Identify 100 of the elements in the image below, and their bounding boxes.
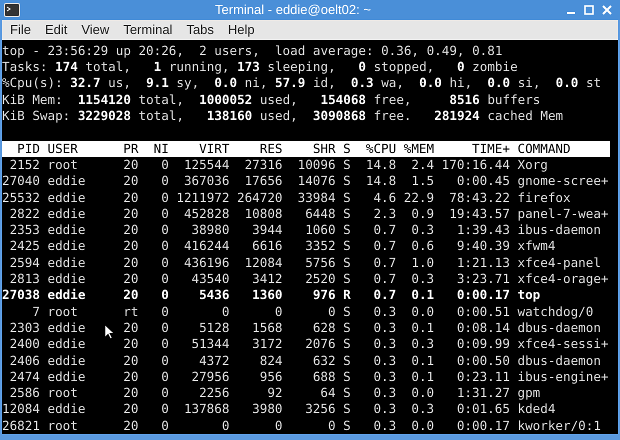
table-cell-text: 20: [122, 173, 138, 190]
mouse-pointer-icon: [104, 323, 114, 340]
table-cell-text: 632: [312, 352, 336, 369]
table-cell-text: 27956: [190, 368, 230, 386]
window-title: Terminal - eddie@oelt02: ~: [214, 1, 372, 20]
table-cell-text: 0.6: [410, 238, 434, 255]
table-cell-text: 0:01.65: [456, 401, 510, 418]
table-cell-text: 0.0: [410, 385, 434, 402]
table-cell-text: 6448: [304, 206, 336, 222]
table-cell-text: 2586: [8, 385, 40, 402]
column-header[interactable]: COMMAND: [510, 140, 571, 157]
menu-item[interactable]: Edit: [44, 20, 68, 40]
table-cell-text: gnome-scree+: [516, 173, 608, 190]
table-cell-text: 0.0: [410, 304, 434, 320]
table-cell-text: 0:08.14: [456, 320, 510, 336]
table-cell-text: 452828: [182, 206, 230, 222]
column-header[interactable]: %CPU: [350, 140, 396, 157]
table-cell-text: 0.7: [372, 238, 396, 255]
table-cell-text: 0.3: [410, 222, 434, 238]
table-cell-text: 20: [122, 320, 138, 336]
table-cell-text: 0: [274, 418, 282, 434]
column-header[interactable]: SHR: [282, 140, 336, 157]
table-cell-text: 3172: [251, 336, 282, 353]
table-cell-text: 12084: [244, 254, 282, 272]
table-cell-text: 0: [160, 320, 169, 336]
table-cell-text: 416244: [182, 238, 230, 255]
column-header[interactable]: PID: [2, 140, 40, 157]
table-cell-text: eddie: [46, 368, 86, 386]
table-cell-text: eddie: [46, 190, 86, 206]
table-cell-text: 0: [160, 368, 169, 386]
table-cell-text: 22.9: [402, 190, 434, 206]
summary-line: top - 23:56:29 up 20:26, 2 users, load average: 0.36, 0.49, 0.81: [2, 42, 502, 60]
column-header[interactable]: S: [336, 140, 351, 157]
menu-item[interactable]: File: [10, 20, 31, 40]
maximize-icon[interactable]: [584, 5, 594, 16]
table-cell-text: 1:39.43: [456, 222, 510, 238]
table-cell-text: 0: [160, 254, 169, 272]
table-cell-text: 137868: [182, 401, 230, 418]
table-cell-text: eddie: [46, 206, 86, 222]
table-cell-text: S: [342, 222, 351, 238]
table-cell-text: 2425: [8, 238, 40, 255]
menu-item[interactable]: View: [81, 20, 110, 40]
table-cell-text: S: [342, 156, 351, 174]
table-cell-text: dbus-daemon: [516, 320, 601, 336]
table-cell: 25532: [2, 190, 40, 206]
table-cell-text: 1.0: [410, 254, 434, 272]
menu-item[interactable]: Tabs: [186, 20, 214, 40]
table-cell-text: 5128: [198, 320, 230, 336]
table-cell-text: 2.4: [410, 156, 434, 174]
table-cell-text: 264720: [236, 190, 282, 206]
table-cell-text: 0: [220, 304, 230, 320]
table-cell-text: 0.3: [372, 304, 396, 320]
table-cell-text: 956: [258, 368, 282, 386]
table-cell-text: 0: [326, 418, 336, 434]
table-cell-text: 0.3: [372, 336, 396, 353]
table-cell-text: 0.3: [372, 418, 396, 434]
column-header[interactable]: VIRT: [168, 140, 230, 157]
table-cell-text: 1:21.13: [456, 254, 510, 272]
table-cell-text: 0: [160, 287, 169, 304]
table-cell-text: 2152: [8, 156, 40, 174]
table-cell-text: kded4: [516, 401, 556, 418]
table-cell-text: kworker/0:1: [516, 418, 601, 434]
table-cell-text: eddie: [46, 173, 86, 190]
summary-line: KiB Swap: 3229028 total, 138160 used, 3090868 free. 281924 cached Mem: [2, 108, 564, 124]
table-cell-text: 0.7: [372, 271, 396, 288]
summary-line: KiB Mem: 1154120 total, 1000052 used, 154068 free, 8516 buffers: [2, 92, 540, 108]
close-icon[interactable]: [602, 5, 612, 16]
column-header[interactable]: USER: [40, 140, 108, 157]
table-cell-text: 2474: [8, 368, 40, 386]
table-cell-text: 0.3: [372, 368, 396, 386]
table-cell-text: 3412: [251, 271, 282, 288]
menu-item[interactable]: Terminal: [123, 20, 172, 40]
table-cell-text: 20: [122, 287, 138, 304]
table-cell-text: 20: [122, 206, 138, 222]
table-cell-text: 2.3: [372, 206, 396, 222]
table-cell-text: 0: [160, 206, 169, 222]
table-cell-text: 0.3: [372, 401, 396, 418]
table-cell-text: 20: [122, 238, 138, 255]
table-cell-text: 2594: [8, 254, 40, 272]
table-cell-text: 14076: [296, 173, 336, 190]
table-cell-text: S: [342, 401, 351, 418]
table-cell-text: root: [46, 418, 79, 434]
column-header[interactable]: TIME+: [434, 140, 510, 157]
table-cell-text: S: [342, 238, 351, 255]
column-header[interactable]: PR: [116, 140, 138, 157]
table-cell-text: 0: [160, 238, 169, 255]
table-cell-text: 20: [122, 271, 138, 288]
table-cell-text: 0: [274, 304, 282, 320]
column-header[interactable]: RES: [229, 140, 282, 157]
table-cell-text: 0: [220, 418, 230, 434]
menu-item[interactable]: Help: [228, 20, 255, 40]
column-header[interactable]: NI: [138, 140, 169, 157]
table-cell-text: eddie: [46, 254, 86, 272]
column-header[interactable]: %MEM: [396, 140, 434, 157]
table-cell-text: 43540: [190, 271, 230, 288]
table-cell-text: 0:23.11: [456, 368, 510, 386]
table-cell-text: S: [342, 206, 351, 222]
table-cell-text: 20: [122, 368, 138, 386]
table-cell-text: 0:09.99: [456, 336, 510, 353]
table-cell-text: top: [516, 287, 540, 304]
